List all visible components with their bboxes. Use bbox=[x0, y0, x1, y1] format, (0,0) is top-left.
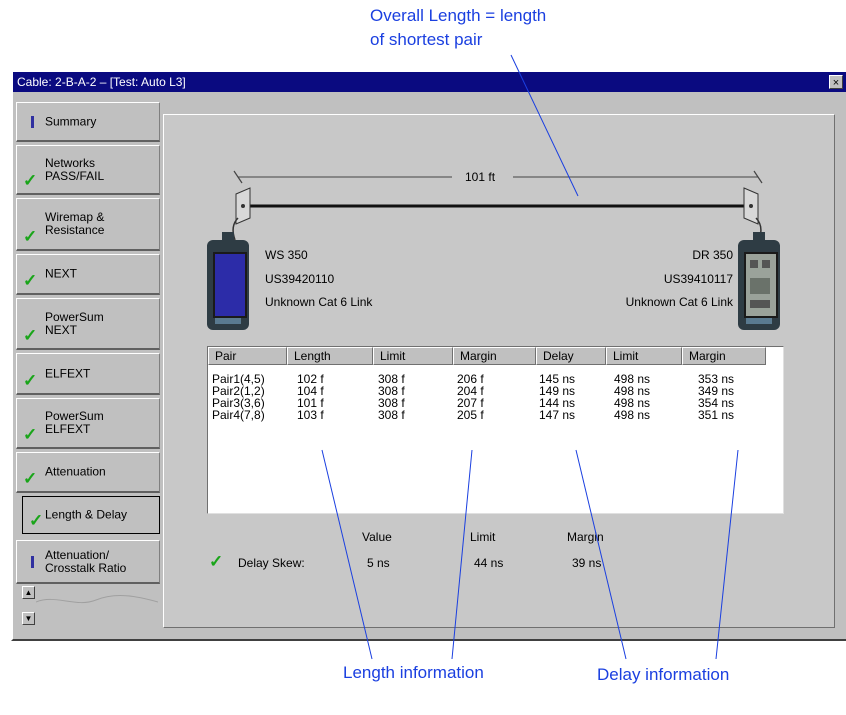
remote-unit-panel bbox=[744, 252, 778, 318]
length-information-annotation: Length information bbox=[343, 663, 484, 682]
overall-length-annotation-line2: of shortest pair bbox=[370, 30, 483, 49]
tab-label: Attenuation/ Crosstalk Ratio bbox=[45, 547, 127, 575]
overall-length-annotation-line1: Overall Length = length bbox=[370, 6, 547, 25]
info-icon bbox=[31, 555, 34, 568]
main-unit-model: WS 350 bbox=[265, 248, 308, 262]
table-cell: 351 ns bbox=[698, 408, 735, 422]
tab-label: ELFEXT bbox=[45, 366, 91, 380]
column-header[interactable]: Margin bbox=[453, 347, 536, 365]
tab-length-delay[interactable]: ✓ Length & Delay bbox=[22, 496, 160, 534]
pass-check-icon: ✓ bbox=[23, 326, 38, 345]
info-icon bbox=[31, 115, 34, 128]
window-title: Cable: 2-B-A-2 – [Test: Auto L3] bbox=[17, 75, 186, 89]
pass-check-icon: ✓ bbox=[23, 227, 38, 246]
length-delay-table: Pair Length Limit Margin Delay Limit Margin Pai… bbox=[207, 346, 784, 514]
tab-elfext[interactable]: ✓ ELFEXT bbox=[16, 353, 160, 395]
delay-information-annotation: Delay information bbox=[597, 665, 730, 684]
remote-unit-link: Unknown Cat 6 Link bbox=[625, 295, 733, 309]
delay-skew-margin: 39 ns bbox=[572, 556, 602, 570]
tab-scroll-up-button[interactable]: ▲ bbox=[22, 586, 35, 599]
remote-unit-serial: US39410117 bbox=[663, 272, 733, 286]
main-unit-link: Unknown Cat 6 Link bbox=[265, 295, 373, 309]
pass-check-icon: ✓ bbox=[23, 271, 38, 290]
delay-skew-label: Delay Skew: bbox=[238, 556, 305, 570]
column-header[interactable]: Length bbox=[287, 347, 373, 365]
tab-networks-pass-fail[interactable]: ✓ Networks PASS/FAIL bbox=[16, 145, 160, 195]
tab-next[interactable]: ✓ NEXT bbox=[16, 254, 160, 295]
column-header[interactable]: Delay bbox=[536, 347, 606, 365]
tab-label: Length & Delay bbox=[45, 507, 128, 522]
main-unit-serial: US39420110 bbox=[265, 272, 335, 286]
tab-attenuation[interactable]: ✓ Attenuation bbox=[16, 452, 160, 493]
tab-powersum-next[interactable]: ✓ PowerSum NEXT bbox=[16, 298, 160, 350]
cable-length-label: 101 ft bbox=[459, 170, 502, 184]
pass-check-icon: ✓ bbox=[23, 425, 38, 444]
column-header[interactable]: Limit bbox=[373, 347, 453, 365]
table-cell: Pair4(7,8) bbox=[212, 408, 265, 422]
tab-label: Wiremap & Resistance bbox=[45, 210, 105, 237]
tab-label: Attenuation bbox=[45, 464, 106, 479]
tab-attenuation-crosstalk-ratio[interactable]: Attenuation/ Crosstalk Ratio bbox=[16, 540, 160, 584]
table-cell: 205 f bbox=[457, 408, 484, 422]
window-titlebar: Cable: 2-B-A-2 – [Test: Auto L3] × bbox=[13, 72, 846, 92]
arrow-down-icon: ▼ bbox=[24, 614, 33, 623]
delay-skew-limit: 44 ns bbox=[474, 556, 504, 570]
column-header[interactable]: Pair bbox=[208, 347, 287, 365]
column-header[interactable]: Limit bbox=[606, 347, 682, 365]
arrow-up-icon: ▲ bbox=[24, 588, 33, 597]
tab-powersum-elfext[interactable]: ✓ PowerSum ELFEXT bbox=[16, 398, 160, 449]
tab-scroll-down-button[interactable]: ▼ bbox=[22, 612, 35, 625]
tab-label: PowerSum ELFEXT bbox=[45, 409, 104, 436]
tab-label: NEXT bbox=[45, 266, 78, 281]
delay-skew-limit-header: Limit bbox=[470, 530, 496, 544]
tab-label: Summary bbox=[45, 114, 97, 128]
remote-unit-device bbox=[738, 232, 780, 330]
delay-skew-margin-header: Margin bbox=[567, 530, 604, 544]
tab-summary[interactable]: Summary bbox=[16, 102, 160, 142]
pass-check-icon: ✓ bbox=[23, 371, 38, 390]
tab-fade-decoration bbox=[36, 595, 158, 604]
main-unit-screen bbox=[213, 252, 247, 318]
close-icon: × bbox=[832, 77, 840, 89]
table-cell: 498 ns bbox=[614, 408, 651, 422]
pass-check-icon: ✓ bbox=[23, 171, 38, 190]
pass-check-icon: ✓ bbox=[29, 511, 44, 530]
table-cell: 308 f bbox=[378, 408, 405, 422]
tab-label: Networks PASS/FAIL bbox=[45, 155, 105, 183]
remote-unit-model: DR 350 bbox=[692, 248, 733, 262]
delay-skew-value-header: Value bbox=[362, 530, 392, 544]
table-cell: 103 f bbox=[297, 408, 324, 422]
close-button[interactable]: × bbox=[829, 75, 843, 89]
main-unit-device bbox=[207, 232, 249, 330]
table-cell: 147 ns bbox=[539, 408, 576, 422]
tab-label: PowerSum NEXT bbox=[45, 309, 104, 337]
pass-check-icon: ✓ bbox=[23, 469, 38, 488]
column-header[interactable]: Margin bbox=[682, 347, 766, 365]
delay-skew-value: 5 ns bbox=[367, 556, 390, 570]
delay-skew-pass-icon: ✓ bbox=[209, 552, 224, 571]
tab-wiremap-resistance[interactable]: ✓ Wiremap & Resistance bbox=[16, 198, 160, 251]
